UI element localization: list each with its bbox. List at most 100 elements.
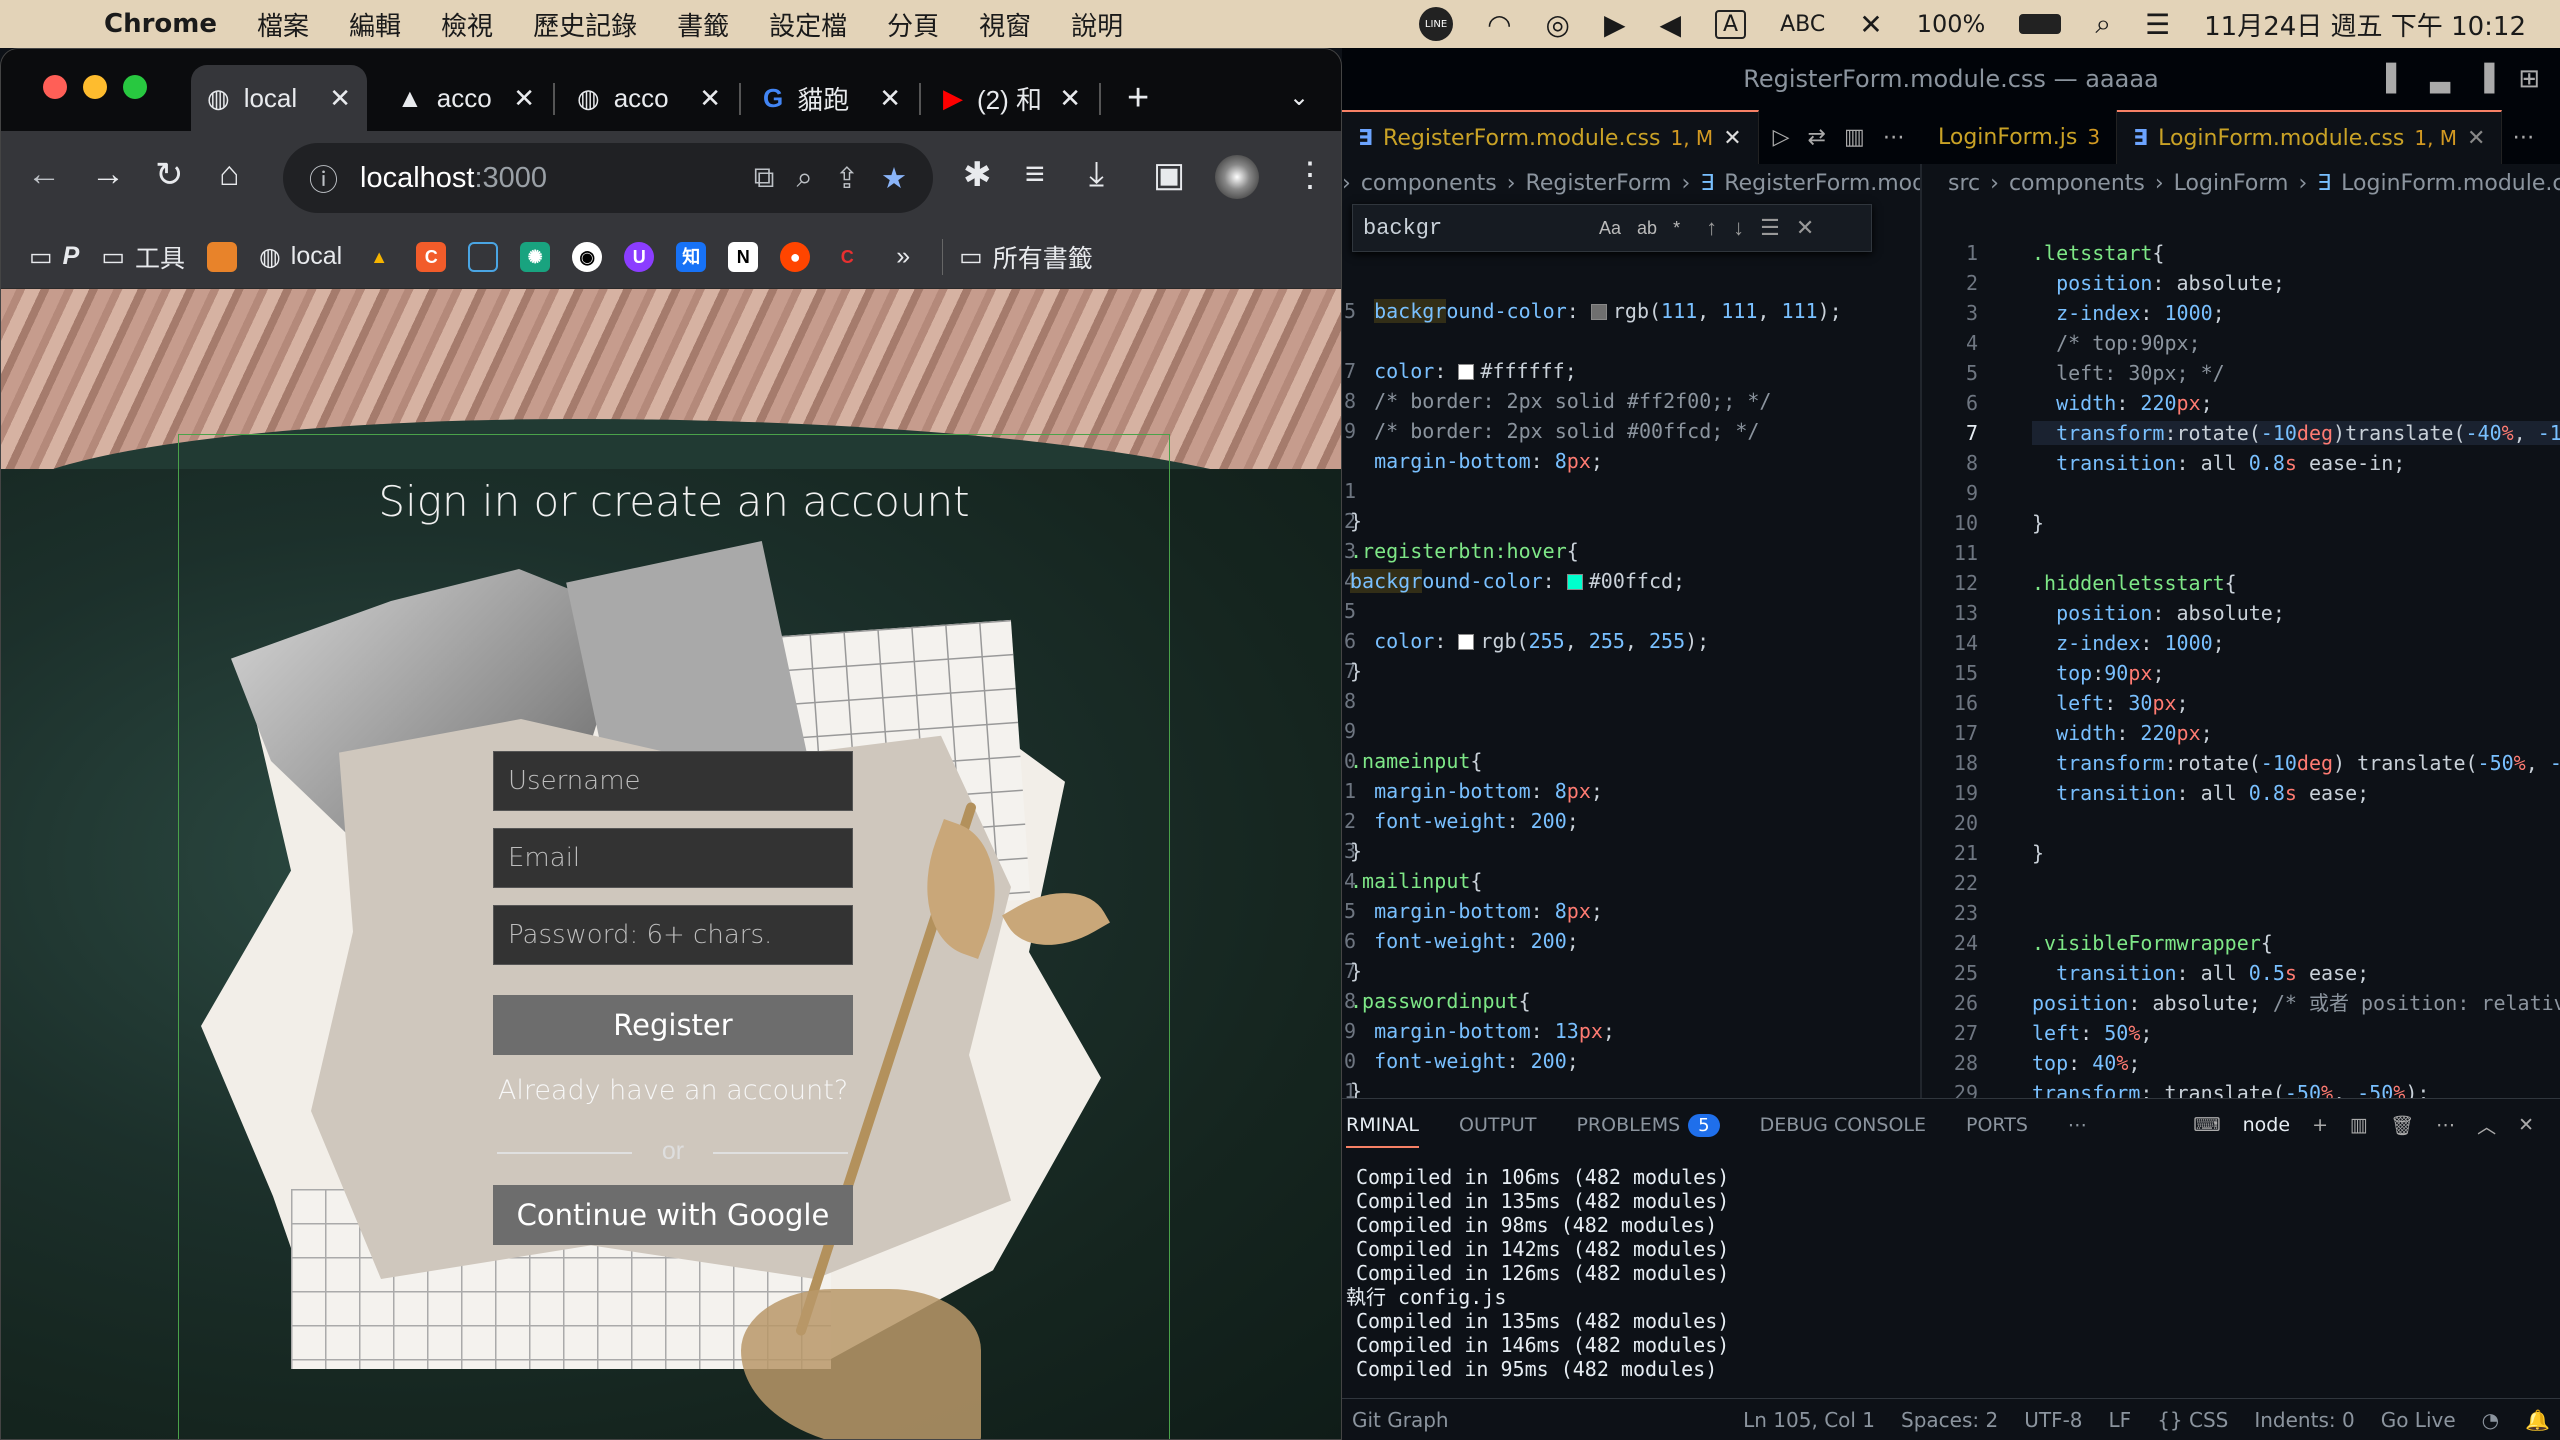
menu-view[interactable]: 檢視: [441, 6, 493, 43]
bookmark-folder-p[interactable]: ▭ P: [29, 242, 79, 272]
search-icon[interactable]: ⌕: [2095, 7, 2111, 41]
bluetooth-icon[interactable]: ✕: [1859, 8, 1882, 41]
indentation[interactable]: Spaces: 2: [1901, 1408, 1998, 1432]
tab-search-icon[interactable]: ⌄: [1289, 83, 1309, 112]
tab-problems[interactable]: PROBLEMS 5: [1576, 1113, 1720, 1137]
already-account-link[interactable]: Already have an account?: [493, 1075, 853, 1106]
reload-icon[interactable]: ↻: [155, 155, 184, 195]
wifi-icon[interactable]: ◠: [1487, 8, 1511, 41]
tab-output[interactable]: OUTPUT: [1459, 1114, 1536, 1136]
input-name[interactable]: ABC: [1780, 12, 1825, 37]
bookmark-folder-tools[interactable]: ▭ 工具: [101, 239, 185, 275]
split-terminal-icon[interactable]: ▥: [2350, 1114, 2368, 1136]
tab-local[interactable]: ◍ local ✕: [191, 65, 367, 131]
close-icon[interactable]: ✕: [2467, 126, 2485, 151]
menu-history[interactable]: 歷史記錄: [533, 6, 637, 43]
split-editor-icon[interactable]: ▥: [1844, 125, 1865, 150]
sidepanel-icon[interactable]: ▣: [1153, 155, 1185, 195]
more-actions-icon[interactable]: ⋯: [2068, 1114, 2087, 1136]
editor-split-divider[interactable]: [1920, 164, 1922, 1144]
zoom-window-button[interactable]: [123, 75, 147, 99]
bookmark-star-icon[interactable]: ★: [881, 161, 907, 196]
c-red-icon[interactable]: C: [832, 242, 862, 272]
language-mode[interactable]: {} CSS: [2157, 1408, 2228, 1432]
firebase-icon[interactable]: ▲: [364, 242, 394, 272]
regex-toggle[interactable]: *: [1673, 218, 1680, 239]
password-input[interactable]: Password: 6+ chars.: [493, 905, 853, 965]
zhihu-icon[interactable]: 知: [676, 241, 707, 272]
breadcrumb-item[interactable]: RegisterForm: [1526, 171, 1672, 196]
site-info-icon[interactable]: ⓘ: [309, 157, 338, 199]
trash-icon[interactable]: 🗑: [2390, 1114, 2414, 1137]
zoom-icon[interactable]: ⌕: [796, 162, 812, 195]
indents-info[interactable]: Indents: 0: [2254, 1408, 2354, 1432]
menu-help[interactable]: 說明: [1071, 6, 1123, 43]
match-case-toggle[interactable]: Aa: [1599, 218, 1621, 239]
register-button[interactable]: Register: [493, 995, 853, 1055]
menu-window[interactable]: 視窗: [979, 6, 1031, 43]
new-terminal-icon[interactable]: +: [2312, 1114, 2328, 1136]
next-match-icon[interactable]: ↓: [1733, 215, 1744, 241]
notifications-icon[interactable]: 🔔: [2525, 1408, 2550, 1432]
toggle-panel-icon[interactable]: ▃: [2430, 64, 2450, 94]
close-icon[interactable]: ✕: [2518, 1114, 2534, 1136]
encoding[interactable]: UTF-8: [2024, 1408, 2082, 1432]
clock[interactable]: 11月24日 週五 下午 10:12: [2204, 6, 2526, 43]
close-icon[interactable]: ✕: [513, 83, 535, 114]
tab-google[interactable]: G 貓跑 ✕: [747, 65, 917, 131]
more-bookmarks-icon[interactable]: »: [896, 242, 910, 271]
line-icon[interactable]: LINE: [1419, 7, 1454, 41]
cursor-position[interactable]: Ln 105, Col 1: [1743, 1408, 1875, 1432]
tab-loginform-js[interactable]: LoginForm.js 3: [1922, 110, 2118, 164]
tab-ports[interactable]: PORTS: [1966, 1114, 2028, 1136]
all-bookmarks[interactable]: ▭ 所有書籤: [942, 238, 1093, 275]
tab-terminal[interactable]: RMINAL: [1346, 1102, 1419, 1148]
cube-bookmark-icon[interactable]: [206, 241, 237, 272]
find-in-selection-icon[interactable]: ☰: [1760, 215, 1780, 241]
more-actions-icon[interactable]: ⋯: [1883, 125, 1905, 150]
find-input[interactable]: backgr: [1363, 216, 1583, 241]
breadcrumb-item[interactable]: RegisterForm.modu: [1724, 171, 1920, 196]
u-bookmark-icon[interactable]: U: [624, 241, 655, 272]
share-icon[interactable]: ⇪: [835, 161, 859, 196]
tab-acco-2[interactable]: ◍ acco ✕: [561, 65, 737, 131]
tab-debug-console[interactable]: DEBUG CONSOLE: [1760, 1114, 1926, 1136]
download-icon[interactable]: ⤓: [1089, 155, 1104, 194]
forward-icon[interactable]: →: [91, 155, 125, 194]
breadcrumb-item[interactable]: LoginForm.module.css: [2341, 171, 2560, 196]
menu-kebab-icon[interactable]: ⋮: [1293, 155, 1327, 195]
menu-app[interactable]: Chrome: [104, 9, 217, 39]
menu-profiles[interactable]: 設定檔: [769, 6, 847, 43]
menu-tab[interactable]: 分頁: [887, 6, 939, 43]
home-icon[interactable]: ⌂: [219, 155, 240, 194]
input-mode-icon[interactable]: A: [1715, 9, 1747, 39]
code-editor-left[interactable]: background-color: rgb(111, 111, 111); co…: [1350, 296, 1910, 1146]
chatgpt-icon[interactable]: ✺: [520, 241, 551, 272]
toggle-secondary-sidebar-icon[interactable]: ▐: [2474, 64, 2494, 94]
previous-match-icon[interactable]: ↑: [1706, 215, 1717, 241]
airdrop-icon[interactable]: ◎: [1546, 8, 1570, 41]
reddit-icon[interactable]: ●: [780, 241, 811, 272]
notion-icon[interactable]: N: [728, 241, 759, 272]
bilibili-icon[interactable]: [468, 241, 499, 272]
more-actions-icon[interactable]: ⋯: [2436, 1114, 2455, 1136]
close-icon[interactable]: ✕: [329, 83, 351, 114]
google-signin-button[interactable]: Continue with Google: [493, 1185, 853, 1245]
close-icon[interactable]: ✕: [1796, 215, 1814, 241]
customize-layout-icon[interactable]: ⊞: [2518, 64, 2540, 94]
menu-edit[interactable]: 編輯: [349, 6, 401, 43]
git-graph-item[interactable]: Git Graph: [1352, 1408, 1449, 1432]
close-icon[interactable]: ✕: [1059, 83, 1081, 114]
username-input[interactable]: Username: [493, 751, 853, 811]
email-input[interactable]: Email: [493, 828, 853, 888]
breadcrumb-item[interactable]: src: [1948, 171, 1980, 196]
toggle-sidebar-icon[interactable]: ▌: [2386, 64, 2406, 94]
address-bar[interactable]: ⓘ localhost:3000 ⧉ ⌕ ⇪ ★: [283, 143, 933, 213]
breadcrumb-item[interactable]: components: [1361, 171, 1497, 196]
menu-bookmarks[interactable]: 書籤: [677, 6, 729, 43]
minimize-window-button[interactable]: [83, 75, 107, 99]
bookmark-local[interactable]: ◍ local: [259, 242, 342, 272]
compare-icon[interactable]: ⇄: [1808, 125, 1826, 150]
media-icon[interactable]: ≡: [1025, 155, 1045, 194]
run-icon[interactable]: ▷: [1773, 125, 1790, 150]
